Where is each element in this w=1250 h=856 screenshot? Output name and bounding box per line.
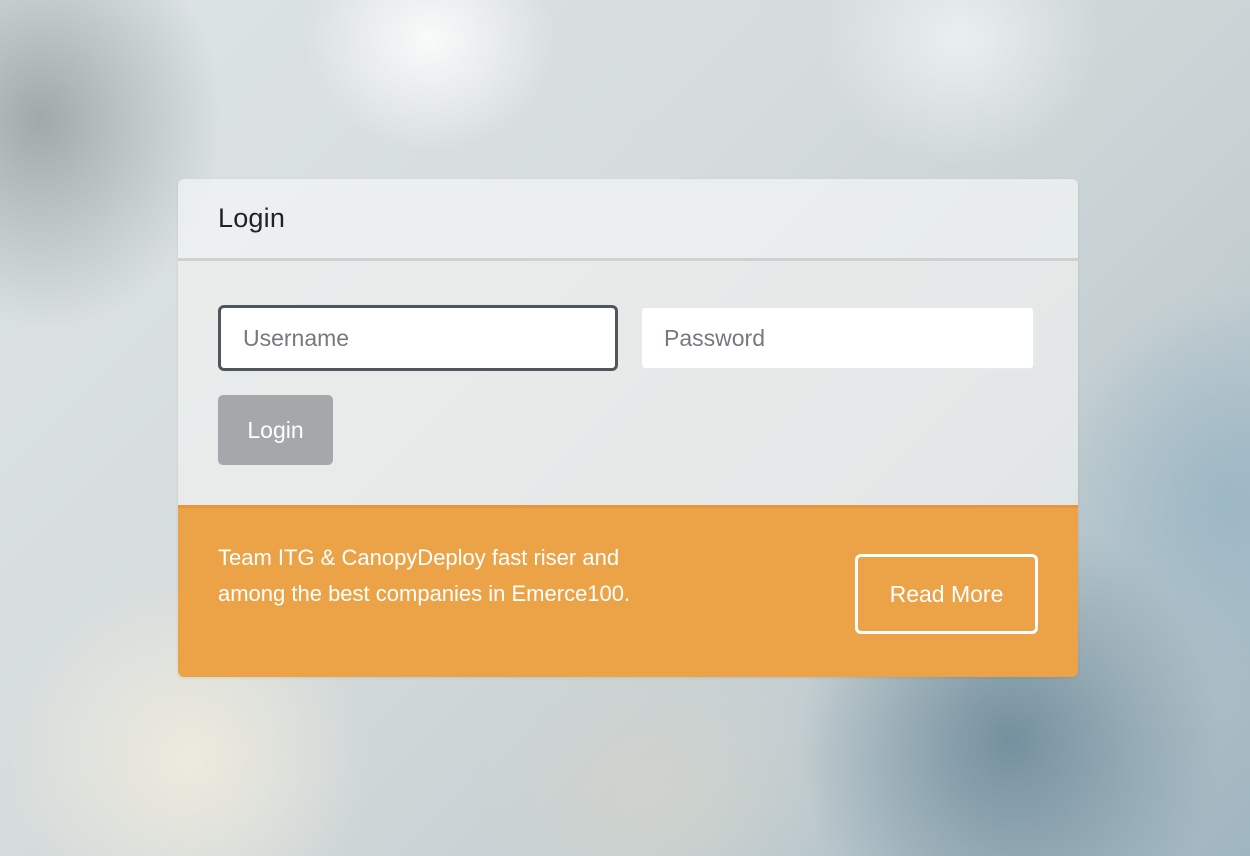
login-button[interactable]: Login [218,395,333,465]
read-more-button[interactable]: Read More [855,554,1038,634]
login-card-header: Login [178,179,1078,261]
page-title: Login [218,203,286,233]
password-input[interactable] [639,305,1036,371]
promo-text: Team ITG & CanopyDeploy fast riser and a… [218,545,631,606]
promo-banner: Team ITG & CanopyDeploy fast riser and a… [178,505,1078,677]
login-form: Login [178,261,1078,505]
login-card: Login Login Team ITG & CanopyDeploy fast… [178,179,1078,677]
username-input[interactable] [218,305,618,371]
